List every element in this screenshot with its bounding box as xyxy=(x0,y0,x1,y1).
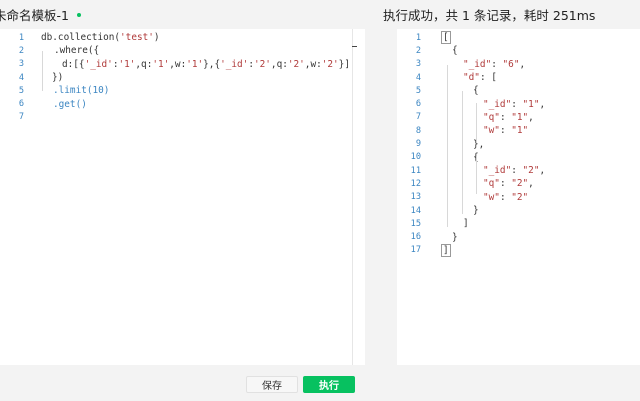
line-number: 6 xyxy=(18,99,24,110)
result-line: 2{ xyxy=(397,44,640,57)
editor-line[interactable]: 1 db.collection('test') xyxy=(0,31,365,44)
code-text: d:[{'_id':'1',q:'1',w:'1'},{'_id':'2',q:… xyxy=(62,58,350,70)
json-text: } xyxy=(473,205,479,217)
line-number: 8 xyxy=(415,125,421,136)
line-number: 2 xyxy=(18,45,24,56)
result-line: 10{ xyxy=(397,151,640,164)
result-line: 13 "w": "2" xyxy=(397,191,640,204)
indent-guide xyxy=(447,65,448,227)
indent-guide xyxy=(42,51,43,91)
json-text: "w": "1" xyxy=(483,125,529,137)
result-line: 9}, xyxy=(397,137,640,150)
json-text: "_id": "2", xyxy=(483,165,546,177)
editor-line[interactable]: 6 .get() xyxy=(0,98,365,111)
indent-guide xyxy=(476,103,477,141)
result-line: 11 "_id": "2", xyxy=(397,164,640,177)
line-number: 9 xyxy=(415,139,421,150)
line-number: 6 xyxy=(415,99,421,110)
line-number: 3 xyxy=(415,59,421,70)
template-title[interactable]: 未命名模板-1 xyxy=(0,5,69,24)
code-text: db.collection('test') xyxy=(41,32,160,44)
line-number: 1 xyxy=(18,32,24,43)
line-number: 15 xyxy=(410,218,421,229)
json-text: [ xyxy=(441,31,451,45)
unsaved-dot-icon xyxy=(76,13,81,17)
line-number: 7 xyxy=(18,112,24,123)
scroll-marker xyxy=(352,46,357,47)
result-line: 15] xyxy=(397,217,640,230)
result-line: 4 "d": [ xyxy=(397,71,640,84)
save-button[interactable]: 保存 xyxy=(246,376,298,393)
json-text: "_id": "6", xyxy=(463,58,526,70)
json-text: "d": [ xyxy=(463,72,497,84)
line-number: 4 xyxy=(18,72,24,83)
json-text: "q": "1", xyxy=(483,111,534,123)
json-text: ] xyxy=(463,218,469,230)
indent-guide xyxy=(462,91,463,214)
json-text: }, xyxy=(473,138,485,150)
editor-line[interactable]: 5 .limit(10) xyxy=(0,84,365,97)
line-number: 12 xyxy=(410,178,421,189)
result-line: 7 "q": "1", xyxy=(397,111,640,124)
json-text: ] xyxy=(441,243,451,257)
line-number: 17 xyxy=(410,245,421,256)
result-line: 16} xyxy=(397,231,640,244)
result-header: 执行成功，共 1 条记录，耗时 251ms xyxy=(383,0,595,28)
result-line: 8 "w": "1" xyxy=(397,124,640,137)
json-text: "w": "2" xyxy=(483,191,529,203)
line-number: 10 xyxy=(410,152,421,163)
editor-scrollbar[interactable] xyxy=(352,29,353,365)
editor-line[interactable]: 2 .where({ xyxy=(0,44,365,57)
editor-line[interactable]: 3 d:[{'_id':'1',q:'1',w:'1'},{'_id':'2',q… xyxy=(0,58,365,71)
line-number: 14 xyxy=(410,205,421,216)
result-code-area: 1[2{3 "_id": "6", 4 "d": [5{6 "_id": "1", 7 "q… xyxy=(397,29,640,365)
json-text: { xyxy=(473,85,479,97)
line-number: 5 xyxy=(18,85,24,96)
json-text: "_id": "1", xyxy=(483,98,546,110)
code-text: .limit(10) xyxy=(53,85,110,97)
line-number: 7 xyxy=(415,112,421,123)
json-text: { xyxy=(452,45,458,57)
line-number: 1 xyxy=(415,32,421,43)
code-text: .where({ xyxy=(54,45,100,57)
editor-header: 未命名模板-1 xyxy=(0,0,365,28)
code-editor[interactable]: 1 db.collection('test') 2 .where({ 3 d:[{'_id… xyxy=(0,29,365,365)
editor-line[interactable]: 4}) xyxy=(0,71,365,84)
code-text: }) xyxy=(52,72,64,84)
result-line: 3 "_id": "6", xyxy=(397,58,640,71)
json-text: "q": "2", xyxy=(483,178,534,190)
line-number: 16 xyxy=(410,232,421,243)
line-number: 3 xyxy=(18,59,24,70)
execution-status: 执行成功，共 1 条记录，耗时 251ms xyxy=(383,7,596,23)
result-line: 1[ xyxy=(397,31,640,45)
result-line: 14} xyxy=(397,204,640,217)
code-text: .get() xyxy=(53,98,87,110)
json-text: } xyxy=(452,231,458,243)
result-viewer[interactable]: 1[2{3 "_id": "6", 4 "d": [5{6 "_id": "1", 7 "q… xyxy=(397,29,640,365)
result-line: 5{ xyxy=(397,84,640,97)
result-line: 6 "_id": "1", xyxy=(397,98,640,111)
editor-line[interactable]: 7 xyxy=(0,111,365,124)
line-number: 13 xyxy=(410,192,421,203)
line-number: 11 xyxy=(410,165,421,176)
run-button[interactable]: 执行 xyxy=(303,376,355,393)
editor-code-area[interactable]: 1 db.collection('test') 2 .where({ 3 d:[{'_id… xyxy=(0,29,365,365)
line-number: 5 xyxy=(415,85,421,96)
line-number: 2 xyxy=(415,45,421,56)
result-line: 17] xyxy=(397,243,640,257)
line-number: 4 xyxy=(415,72,421,83)
indent-guide xyxy=(476,156,477,194)
result-line: 12 "q": "2", xyxy=(397,177,640,190)
